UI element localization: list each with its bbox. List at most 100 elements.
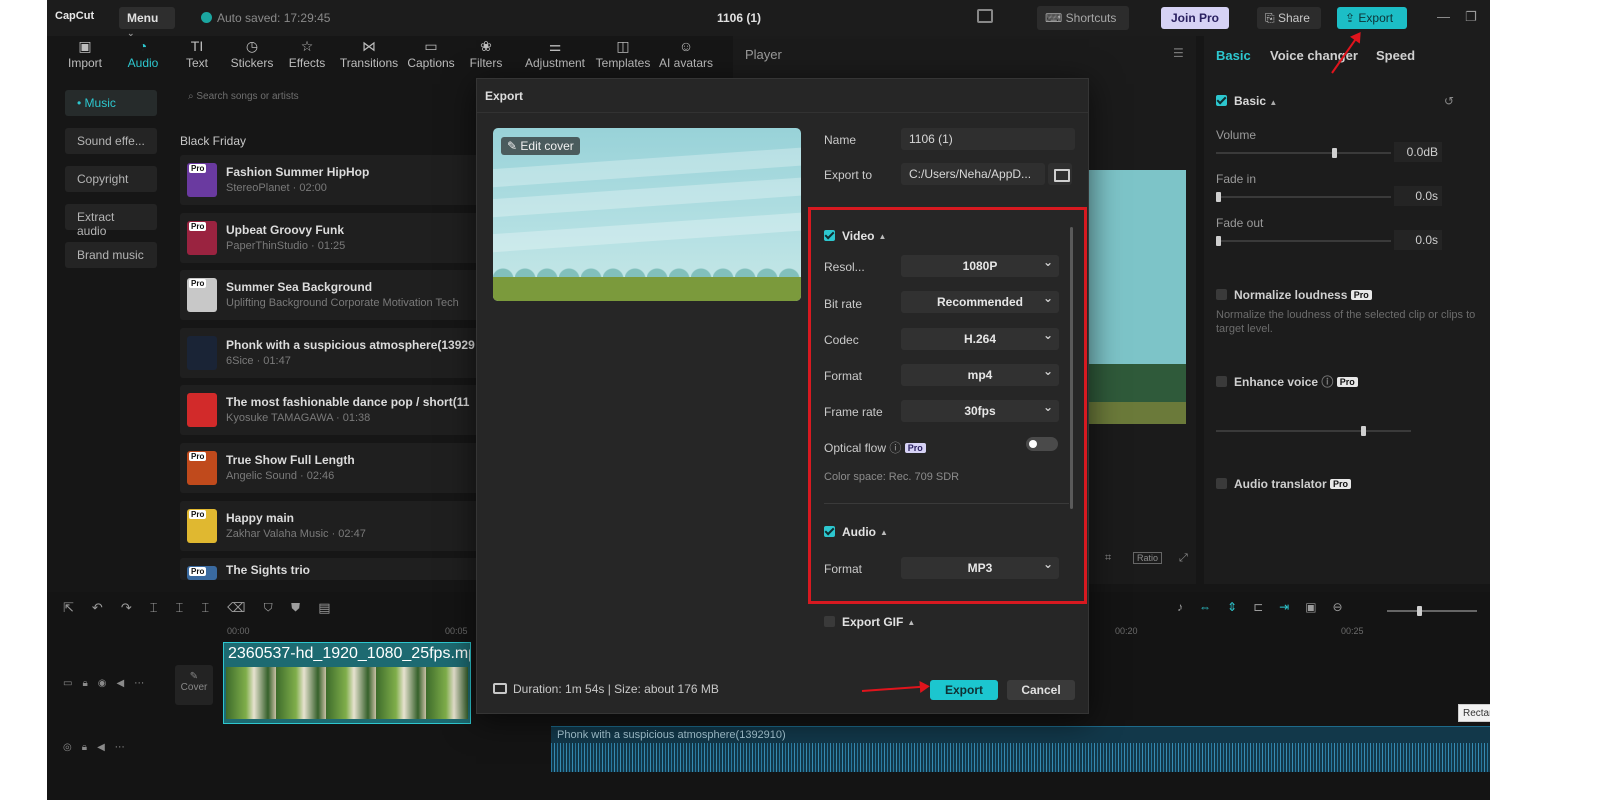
video-clip[interactable]: 2360537-hd_1920_1080_25fps.mp4	[223, 642, 471, 724]
format-select[interactable]: mp4	[901, 364, 1059, 386]
enhance-voice-toggle[interactable]: Enhance voice ⓘ Pro	[1216, 373, 1358, 390]
minimize-icon[interactable]: —	[1437, 9, 1450, 24]
select-tool-icon[interactable]: ⇱	[63, 600, 92, 615]
audio-checkbox[interactable]	[824, 526, 835, 537]
tab-ai-avatars[interactable]: ☺ AI avatars	[651, 36, 721, 70]
mask-icon[interactable]: ⛊	[291, 600, 318, 615]
basic-section-header[interactable]: Basic ▲	[1216, 94, 1277, 108]
list-item[interactable]: Pro Fashion Summer HipHop StereoPlanet · 0…	[180, 155, 490, 205]
fade-in-knob[interactable]	[1216, 192, 1221, 202]
volume-value[interactable]: 0.0dB	[1394, 142, 1442, 162]
framerate-select[interactable]: 30fps	[901, 400, 1059, 422]
track-thumbnail-icon[interactable]: ▭	[63, 678, 82, 689]
gif-checkbox[interactable]	[824, 616, 835, 627]
split-right-icon[interactable]: ⌶	[201, 600, 227, 615]
fade-out-value[interactable]: 0.0s	[1394, 230, 1442, 250]
audio-clip[interactable]: Phonk with a suspicious atmosphere(13929…	[551, 726, 1490, 772]
reset-icon[interactable]: ↺	[1444, 94, 1454, 108]
audio-translator-toggle[interactable]: Audio translator Pro	[1216, 477, 1352, 491]
audio-format-select[interactable]: MP3	[901, 557, 1059, 579]
name-input[interactable]: 1106 (1)	[901, 128, 1075, 150]
join-pro-button[interactable]: Join Pro	[1161, 7, 1229, 29]
fade-in-value[interactable]: 0.0s	[1394, 186, 1442, 206]
split-icon[interactable]: ⌶	[150, 600, 176, 615]
player-menu-icon[interactable]: ☰	[1173, 46, 1184, 60]
basic-checkbox[interactable]	[1216, 95, 1227, 106]
tab-filters[interactable]: ❀ Filters	[456, 36, 516, 70]
list-item[interactable]: Pro True Show Full Length Angelic Sound · …	[180, 442, 490, 493]
fade-out-knob[interactable]	[1216, 236, 1221, 246]
lock-icon[interactable]: 🔒︎	[82, 678, 97, 689]
fade-out-slider[interactable]	[1216, 236, 1391, 246]
tab-text[interactable]: TI Text	[167, 36, 227, 70]
cover-button[interactable]: ✎ Cover	[175, 665, 213, 705]
export-gif-header[interactable]: Export GIF ▲	[824, 615, 915, 629]
tab-stickers[interactable]: ◷ Stickers	[222, 36, 282, 70]
nav-extract-audio[interactable]: Extract audio	[65, 204, 157, 238]
tab-basic[interactable]: Basic	[1216, 48, 1251, 63]
cancel-button[interactable]: Cancel	[1007, 680, 1075, 700]
translator-checkbox[interactable]	[1216, 478, 1227, 489]
tab-templates[interactable]: ◫ Templates	[589, 36, 657, 70]
list-item[interactable]: Pro The Sights trio	[180, 558, 490, 581]
codec-select[interactable]: H.264	[901, 328, 1059, 350]
export-path-input[interactable]: C:/Users/Neha/AppD...	[901, 163, 1045, 185]
fullscreen-crop-icon[interactable]: ⌗	[1105, 552, 1111, 565]
tab-captions[interactable]: ▭ Captions	[401, 36, 461, 70]
list-item[interactable]: Phonk with a suspicious atmosphere(13929…	[180, 327, 490, 378]
video-section-header[interactable]: Video ▲	[824, 229, 886, 243]
tab-import[interactable]: ▣ Import	[55, 36, 115, 70]
list-item[interactable]: Pro Upbeat Groovy Funk PaperThinStudio · 0…	[180, 212, 490, 263]
redo-icon[interactable]: ↷	[121, 600, 150, 615]
preview-icon[interactable]: ▣	[1305, 600, 1332, 614]
nav-copyright[interactable]: Copyright	[65, 166, 157, 192]
volume-slider[interactable]	[1216, 148, 1391, 158]
tab-audio[interactable]: ◔ Audio	[113, 36, 173, 70]
chain-icon[interactable]: ⊏	[1253, 600, 1279, 614]
enhance-slider[interactable]	[1216, 426, 1411, 436]
align-icon[interactable]: ⇥	[1279, 600, 1305, 614]
list-item[interactable]: Pro Summer Sea Background Uplifting Backgr…	[180, 270, 490, 321]
volume-knob[interactable]	[1332, 148, 1337, 158]
menu-button[interactable]: Menu ⌄	[119, 7, 175, 38]
undo-icon[interactable]: ↶	[92, 600, 121, 615]
link-icon[interactable]: ⇔	[1199, 600, 1227, 614]
enhance-checkbox[interactable]	[1216, 376, 1227, 387]
settings-scrollbar[interactable]	[1070, 227, 1073, 509]
optical-flow-toggle[interactable]	[1026, 437, 1058, 451]
enhance-knob[interactable]	[1361, 426, 1366, 436]
export-top-button[interactable]: ⇪ Export	[1337, 7, 1407, 29]
audio-section-header[interactable]: Audio ▲	[824, 525, 888, 539]
shortcuts-button[interactable]: ⌨ Shortcuts	[1037, 6, 1129, 30]
tab-speed[interactable]: Speed	[1376, 48, 1415, 63]
delete-icon[interactable]: ⌫	[227, 600, 263, 615]
edit-cover-button[interactable]: ✎ Edit cover	[501, 137, 580, 155]
folder-icon[interactable]	[1048, 163, 1072, 185]
list-item[interactable]: The most fashionable dance pop / short(1…	[180, 385, 490, 436]
more-icon[interactable]: ⋯	[115, 742, 135, 753]
nav-music[interactable]: • Music	[65, 90, 157, 116]
microphone-icon[interactable]: ♪	[1177, 600, 1199, 614]
maximize-icon[interactable]: ❐	[1465, 9, 1477, 25]
tab-adjustment[interactable]: ⚌ Adjustment	[520, 36, 590, 70]
resolution-select[interactable]: 1080P	[901, 255, 1059, 277]
split-left-icon[interactable]: ⌶	[176, 600, 202, 615]
video-checkbox[interactable]	[824, 230, 835, 241]
caption-edit-icon[interactable]: ▤	[318, 600, 348, 615]
lock-icon[interactable]: 🔒︎	[82, 742, 97, 753]
nav-sound-effects[interactable]: Sound effe...	[65, 128, 157, 154]
zoom-knob[interactable]	[1417, 606, 1422, 616]
more-icon[interactable]: ⋯	[134, 678, 154, 689]
tab-effects[interactable]: ☆ Effects	[277, 36, 337, 70]
eye-icon[interactable]: ◉	[98, 678, 117, 689]
list-item[interactable]: Pro Happy main Zakhar Valaha Music · 02:47	[180, 500, 490, 551]
layout-icon[interactable]	[977, 9, 993, 23]
tab-transitions[interactable]: ⋈ Transitions	[339, 36, 399, 70]
normalize-loudness-toggle[interactable]: Normalize loudness Pro	[1216, 288, 1372, 302]
speaker-icon[interactable]: ◀	[97, 742, 115, 753]
normalize-checkbox[interactable]	[1216, 289, 1227, 300]
snap-icon[interactable]: ⇕	[1227, 600, 1253, 614]
bitrate-select[interactable]: Recommended	[901, 291, 1059, 313]
shield-icon[interactable]: ⛉	[264, 600, 291, 615]
export-button[interactable]: Export	[930, 680, 998, 700]
